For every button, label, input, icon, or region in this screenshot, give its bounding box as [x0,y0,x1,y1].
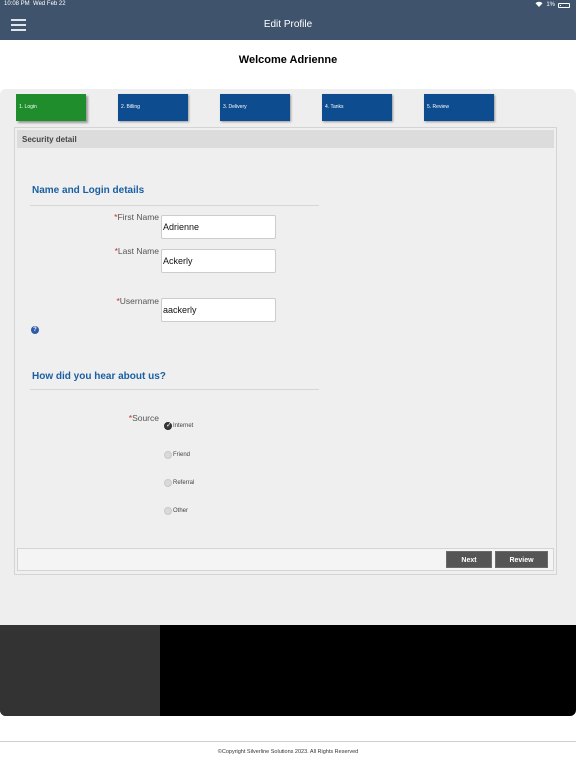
copyright-text: ©Copyright Silverline Solutions 2023. Al… [217,749,359,755]
source-divider [30,389,319,390]
status-date: Wed Feb 22 [33,1,66,7]
page-title: Edit Profile [263,19,313,30]
radio-internet[interactable]: Internet [164,421,194,430]
radio-friend[interactable]: Friend [164,451,190,459]
login-details-heading: Name and Login details [32,185,145,196]
nav-bar: Edit Profile [0,10,576,40]
login-divider [30,205,319,206]
radio-unchecked-icon[interactable] [164,451,172,459]
source-label-text: Source [132,413,159,423]
status-time-value: 10:08 PM [4,1,30,7]
dark-footer-left-block [0,625,160,716]
radio-friend-label: Friend [173,452,191,458]
radio-unchecked-icon[interactable] [164,479,172,487]
dark-footer-band [0,625,576,716]
tab-delivery[interactable]: 3. Delivery [220,94,290,121]
first-name-label-text: First Name [117,212,159,222]
status-bar: 10:08 PM Wed Feb 22 1% [0,0,576,10]
radio-referral[interactable]: Referral [164,479,194,487]
source-heading: How did you hear about us? [32,371,166,382]
tab-login[interactable]: 1. Login [16,94,86,121]
status-time: 10:08 PM Wed Feb 22 [4,1,66,7]
last-name-label: *Last Name [59,246,159,256]
footer-divider [0,741,576,742]
battery-icon [558,2,570,8]
radio-checked-icon[interactable] [164,421,172,430]
radio-unchecked-icon[interactable] [164,507,172,515]
radio-other[interactable]: Other [164,507,188,515]
username-label: *Username [59,296,159,306]
username-field[interactable] [161,298,276,322]
first-name-field[interactable] [161,215,276,239]
next-button[interactable]: Next [446,551,492,568]
first-name-label: *First Name [59,212,159,222]
radio-internet-label: Internet [173,423,194,429]
review-button[interactable]: Review [495,551,548,568]
last-name-label-text: Last Name [117,246,159,256]
section-header: Security detail [17,130,554,148]
tab-tanks[interactable]: 4. Tanks [322,94,392,121]
username-label-text: Username [119,296,159,306]
tab-review[interactable]: 5. Review [424,94,494,121]
radio-other-label: Other [173,508,189,514]
welcome-heading: Welcome Adrienne [238,54,338,66]
source-label: *Source [59,413,159,423]
wifi-icon [535,1,543,9]
last-name-field[interactable] [161,249,276,273]
help-icon[interactable]: ? [31,326,39,334]
tab-billing[interactable]: 2. Billing [118,94,188,121]
radio-referral-label: Referral [173,480,195,486]
step-tabs: 1. Login 2. Billing 3. Delivery 4. Tanks… [0,94,576,122]
battery-percent: 1% [546,2,555,8]
status-right: 1% [535,1,570,9]
